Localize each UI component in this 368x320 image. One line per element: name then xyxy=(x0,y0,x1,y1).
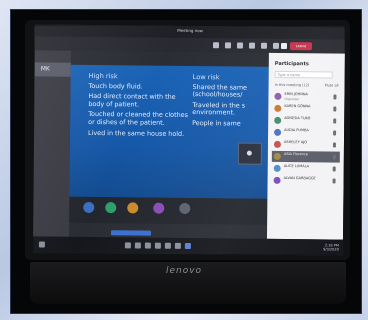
participant-search-input[interactable]: Type a name xyxy=(274,70,333,79)
shared-slide: High risk Touch body fluid. Had direct c… xyxy=(69,64,269,199)
participant-avatar xyxy=(273,164,281,172)
participant-avatar xyxy=(273,152,281,160)
laptop-screen: Meeting now Leave MK High risk Touch bod… xyxy=(32,24,346,256)
taskbar-date: 9/3/2020 xyxy=(323,247,339,252)
taskbar-app-icon[interactable] xyxy=(174,242,181,249)
presenter-avatar-icon xyxy=(246,150,252,156)
participant-name: ASIA Florence xyxy=(283,151,308,157)
meeting-toolbar: Leave xyxy=(34,36,346,54)
participants-icon[interactable] xyxy=(212,42,220,49)
low-risk-column: Low risk Shared the same (school/houses/… xyxy=(192,73,273,131)
leave-button[interactable]: Leave xyxy=(289,42,313,51)
participant-row[interactable]: KAREN GONNA xyxy=(272,103,340,115)
participant-avatar[interactable] xyxy=(83,201,95,214)
participants-panel: Participants Type a name In this meeting… xyxy=(266,52,345,240)
taskbar-app-icon[interactable] xyxy=(154,242,161,249)
participants-panel-title: Participants xyxy=(274,60,309,68)
screen-share-indicator xyxy=(110,230,152,236)
participant-name: KAREN GONNA xyxy=(284,103,311,109)
window-title: Meeting now xyxy=(177,27,204,34)
participant-avatar xyxy=(274,92,282,100)
low-risk-heading: Low risk xyxy=(192,73,220,82)
participant-avatar xyxy=(273,176,281,184)
taskbar-app-icon[interactable] xyxy=(144,242,151,249)
left-rail xyxy=(32,50,71,237)
participant-row[interactable]: ALVAN GARBAGGE xyxy=(272,175,340,187)
presenter-video-tile[interactable] xyxy=(237,142,262,165)
participant-name: AGNESIA TUKO xyxy=(284,115,311,121)
mute-all-button[interactable]: Mute all xyxy=(325,83,339,87)
participant-name: AUDIA PUMBA xyxy=(284,127,309,133)
high-risk-item: Lived in the same house hold. xyxy=(88,128,185,138)
participant-mic-icon[interactable] xyxy=(332,142,336,148)
participant-row[interactable]: ASIA Florence xyxy=(271,150,340,163)
taskbar-app-icon[interactable] xyxy=(124,242,131,249)
camera-icon[interactable] xyxy=(260,42,268,49)
participant-avatar[interactable] xyxy=(179,202,191,215)
participant-avatar[interactable] xyxy=(153,202,165,214)
high-risk-item: Touched or cleaned the clothes or dishes… xyxy=(88,110,188,127)
high-risk-heading: High risk xyxy=(88,71,118,81)
more-actions-icon[interactable] xyxy=(248,42,256,49)
participant-mic-icon[interactable] xyxy=(332,166,336,172)
start-icon[interactable] xyxy=(38,241,45,248)
participant-row[interactable]: AUDIA PUMBA xyxy=(272,127,340,139)
taskbar-app-icon[interactable] xyxy=(134,242,141,249)
participant-mic-icon[interactable] xyxy=(333,130,337,136)
participant-avatar[interactable] xyxy=(105,202,117,214)
participant-mic-icon[interactable] xyxy=(333,106,337,112)
high-risk-item: Had direct contact with the body of pati… xyxy=(88,92,176,109)
participant-video-strip xyxy=(69,196,268,225)
teams-taskbar-icon[interactable] xyxy=(184,242,191,250)
team-tab[interactable]: MK xyxy=(34,62,71,77)
low-risk-item: Traveled in the s environment. xyxy=(192,100,246,117)
share-icon[interactable] xyxy=(280,42,288,50)
participant-row[interactable]: ALICE LUMALA xyxy=(272,163,340,175)
participant-avatar xyxy=(274,104,282,112)
participant-mic-icon[interactable] xyxy=(333,118,337,124)
participant-role: Organizer xyxy=(284,96,300,101)
taskbar-app-icon[interactable] xyxy=(164,242,171,249)
participant-name: ASHELEY AJO xyxy=(283,139,308,145)
participant-avatar xyxy=(274,128,282,136)
participant-row[interactable]: ERIN JOHNNA Organizer xyxy=(272,91,340,103)
taskbar-clock[interactable]: 2:18 PM 9/3/2020 xyxy=(323,243,339,251)
high-risk-column: High risk Touch body fluid. Had direct c… xyxy=(88,71,189,141)
participant-mic-icon[interactable] xyxy=(332,178,336,184)
chat-icon[interactable] xyxy=(224,42,232,49)
participant-row[interactable]: AGNESIA TUKO xyxy=(272,115,340,127)
mic-icon[interactable] xyxy=(272,42,280,49)
participant-row[interactable]: ASHELEY AJO xyxy=(272,139,340,151)
participant-name: ALVAN GARBAGGE xyxy=(283,175,316,181)
participant-mic-icon[interactable] xyxy=(333,94,337,100)
participant-mic-icon[interactable] xyxy=(332,154,336,160)
participant-name: ALICE LUMALA xyxy=(283,163,310,169)
participant-avatar xyxy=(273,140,281,148)
low-risk-item: Shared the same (school/houses/ xyxy=(192,82,248,99)
laptop-brand-logo: lenovo xyxy=(165,266,203,276)
windows-taskbar: 2:18 PM 9/3/2020 xyxy=(32,236,343,256)
high-risk-item: Touch body fluid. xyxy=(88,81,143,91)
participant-avatar xyxy=(274,116,282,124)
low-risk-item: People in same xyxy=(192,119,241,128)
raise-hand-icon[interactable] xyxy=(236,42,244,49)
participant-avatar[interactable] xyxy=(127,202,139,214)
in-meeting-section-label: In this meeting (12) xyxy=(274,82,310,88)
